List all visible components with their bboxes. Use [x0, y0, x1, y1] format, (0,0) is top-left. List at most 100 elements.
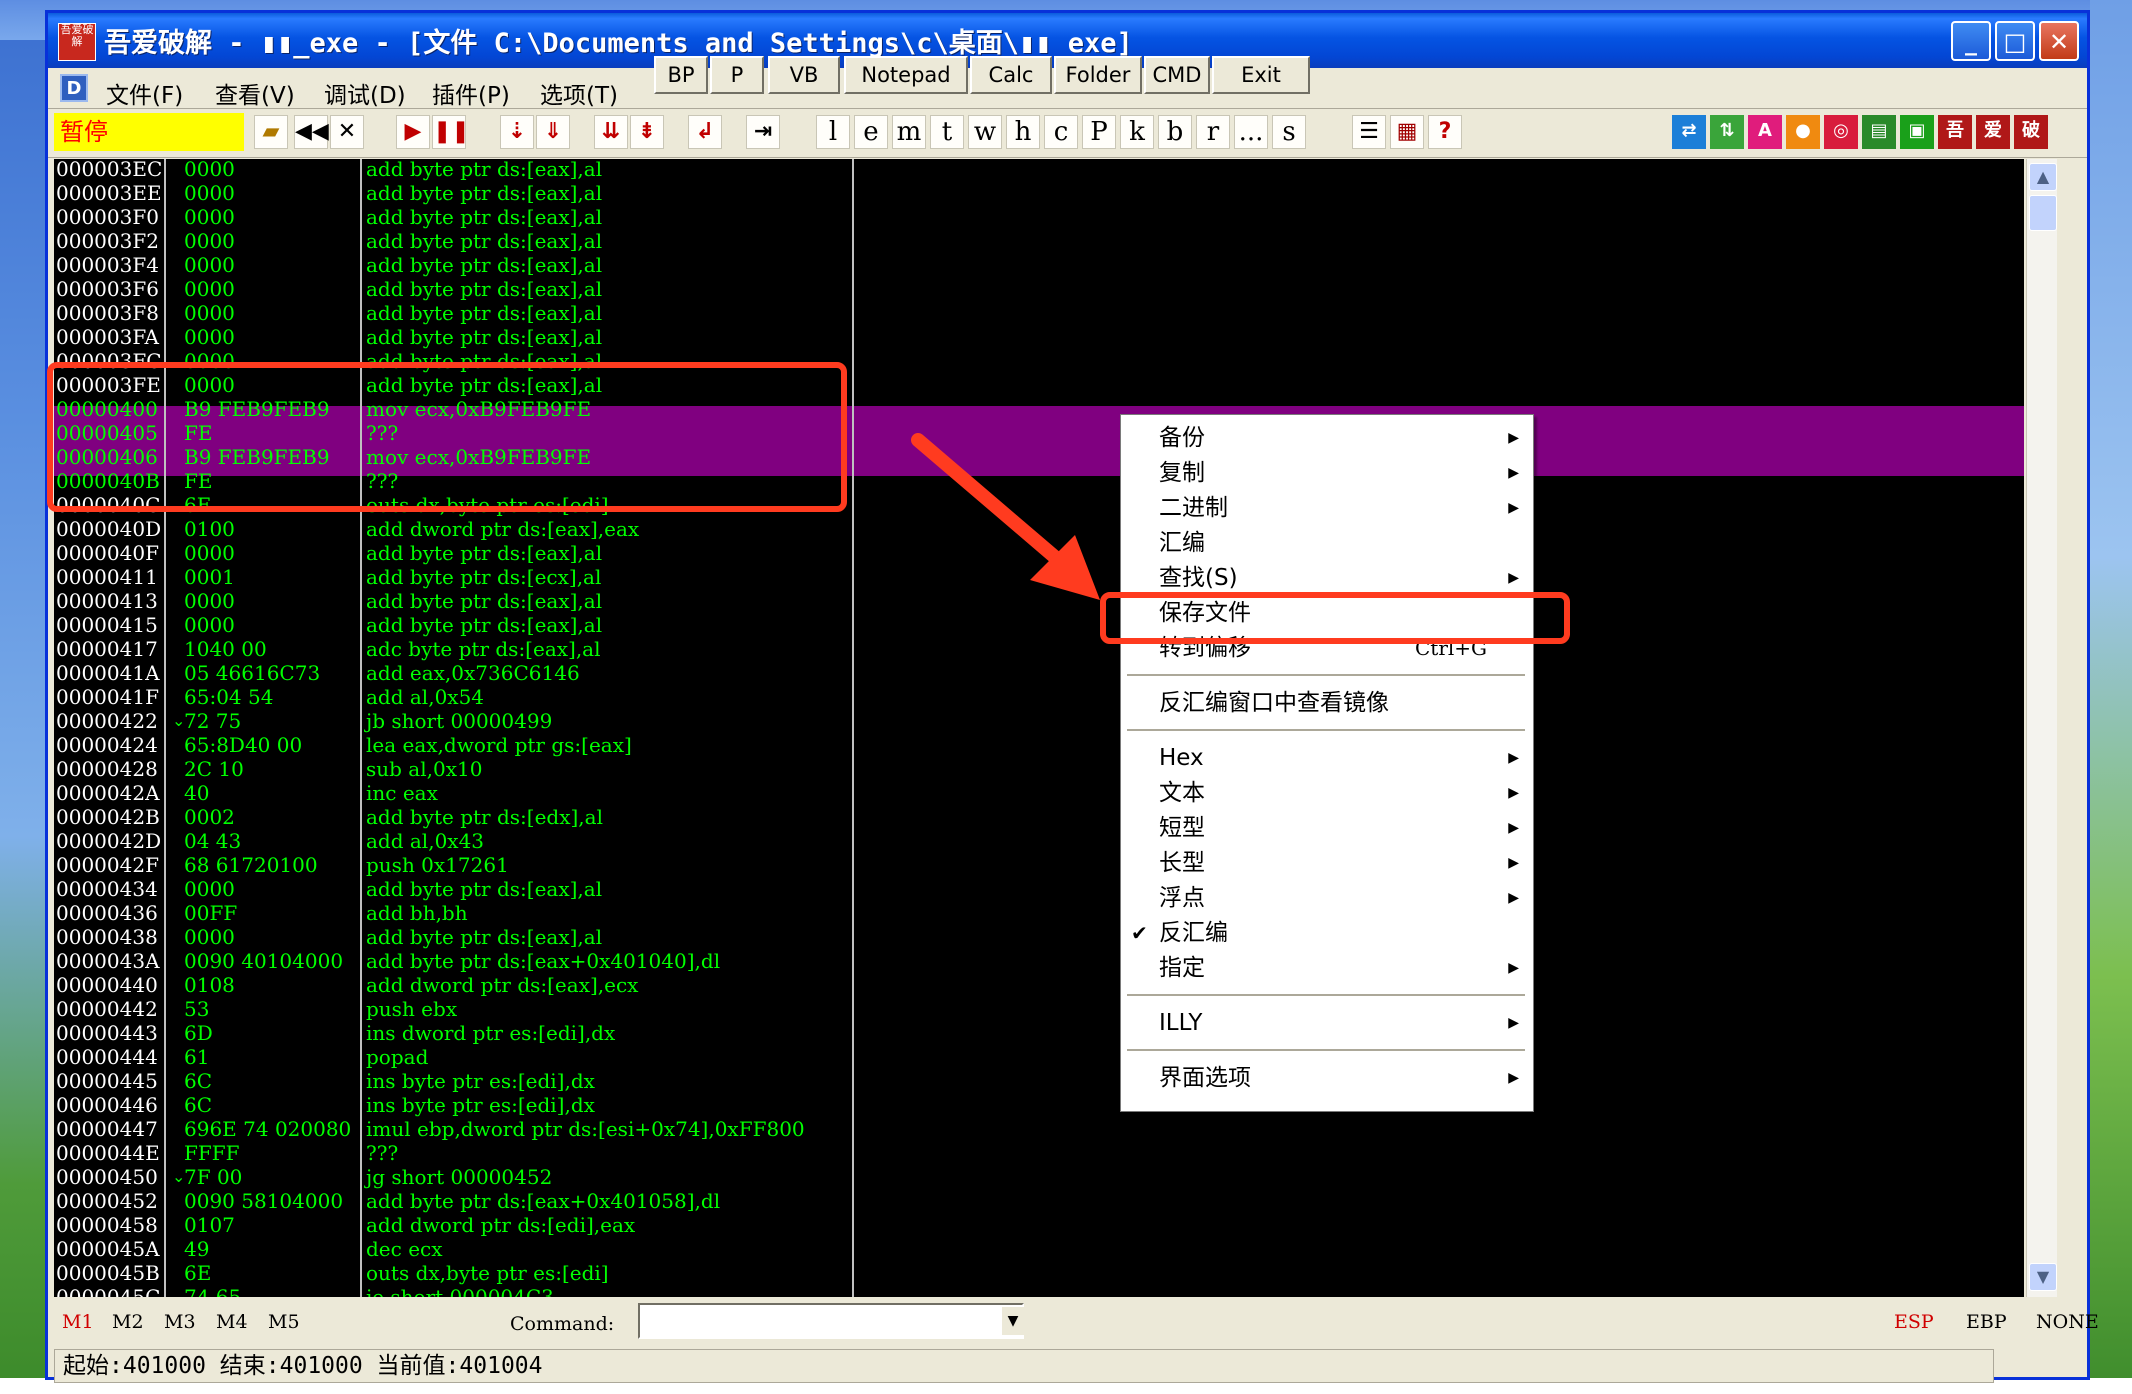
- quick-p-button[interactable]: P: [710, 56, 764, 94]
- execute-till-return-icon[interactable]: ↲: [688, 115, 722, 149]
- close-file-icon[interactable]: ✕: [330, 115, 364, 149]
- code-row[interactable]: 00000444 61 popad: [54, 1045, 894, 1069]
- context-menu-item[interactable]: 复制 ▶: [1121, 456, 1533, 490]
- context-menu-item[interactable]: 反汇编窗口中查看镜像: [1121, 686, 1533, 720]
- open-icon[interactable]: ▰: [254, 115, 288, 149]
- quick-bp-button[interactable]: BP: [654, 56, 708, 94]
- options-icon[interactable]: ▦: [1390, 115, 1424, 149]
- code-row[interactable]: 000003EE 0000 add byte ptr ds:[eax],al: [54, 181, 894, 205]
- code-row[interactable]: 00000413 0000 add byte ptr ds:[eax],al: [54, 589, 894, 613]
- quick-calc-button[interactable]: Calc: [970, 56, 1052, 94]
- handles-window-button[interactable]: h: [1006, 115, 1040, 149]
- disassembly-pane[interactable]: 000003EC 0000 add byte ptr ds:[eax],al 0000…: [54, 159, 2024, 1297]
- esp-register-button[interactable]: ESP: [1894, 1311, 1934, 1333]
- modules-window-button[interactable]: e: [854, 115, 888, 149]
- code-row[interactable]: 00000417 1040 00 adc byte ptr ds:[eax],al: [54, 637, 894, 661]
- scroll-down-icon[interactable]: ▼: [2029, 1263, 2057, 1291]
- code-row[interactable]: 0000042F 68 61720100 push 0x17261: [54, 853, 894, 877]
- context-menu-item[interactable]: 文本 ▶: [1121, 776, 1533, 810]
- context-menu-item[interactable]: 二进制 ▶: [1121, 491, 1533, 525]
- context-menu-item[interactable]: 短型 ▶: [1121, 811, 1533, 845]
- code-row[interactable]: 00000443 6D ins dword ptr es:[edi],dx: [54, 1021, 894, 1045]
- menu-file[interactable]: 文件(F): [106, 76, 183, 110]
- code-row[interactable]: 0000040F 0000 add byte ptr ds:[eax],al: [54, 541, 894, 565]
- code-row[interactable]: 00000424 65:8D40 00 lea eax,dword ptr gs:[…: [54, 733, 894, 757]
- code-row[interactable]: 0000041F 65:04 54 add al,0x54: [54, 685, 894, 709]
- run-trace-window-button[interactable]: ...: [1234, 115, 1268, 149]
- refresh-plugin-icon[interactable]: ⇄: [1672, 115, 1706, 149]
- code-row[interactable]: 0000042D 04 43 add al,0x43: [54, 829, 894, 853]
- quick-cmd-button[interactable]: CMD: [1144, 56, 1210, 94]
- menu-view[interactable]: 查看(V): [215, 76, 295, 110]
- quick-folder-button[interactable]: Folder: [1054, 56, 1142, 94]
- scroll-thumb[interactable]: [2029, 195, 2057, 231]
- code-row[interactable]: 0000045B 6E outs dx,byte ptr es:[edi]: [54, 1261, 894, 1285]
- code-row[interactable]: 00000438 0000 add byte ptr ds:[eax],al: [54, 925, 894, 949]
- code-row[interactable]: 0000040D 0100 add dword ptr ds:[eax],eax: [54, 517, 894, 541]
- code-row[interactable]: 0000042A 40 inc eax: [54, 781, 894, 805]
- menu-debug[interactable]: 调试(D): [324, 76, 406, 110]
- run-icon[interactable]: ▶: [396, 115, 430, 149]
- code-row[interactable]: 0000045C 74 65 je short 000004C3 ⌄: [54, 1285, 894, 1297]
- step-over-icon[interactable]: ⇓: [536, 115, 570, 149]
- marker-m5[interactable]: M5: [268, 1311, 300, 1333]
- target-plugin-icon[interactable]: ◎: [1824, 115, 1858, 149]
- list-icon[interactable]: ☰: [1352, 115, 1386, 149]
- code-row[interactable]: 000003FA 0000 add byte ptr ds:[eax],al: [54, 325, 894, 349]
- code-row[interactable]: 00000415 0000 add byte ptr ds:[eax],al: [54, 613, 894, 637]
- code-row[interactable]: 00000428 2C 10 sub al,0x10: [54, 757, 894, 781]
- context-menu-item[interactable]: 浮点 ▶: [1121, 881, 1533, 915]
- menu-plugins[interactable]: 插件(P): [432, 76, 510, 110]
- debug-window-icon[interactable]: D: [60, 74, 88, 102]
- code-row[interactable]: 00000422 72 75 jb short 00000499 ⌄: [54, 709, 894, 733]
- quick-notepad-button[interactable]: Notepad: [844, 56, 968, 94]
- sort-plugin-icon[interactable]: ⇅: [1710, 115, 1744, 149]
- step-into-icon[interactable]: ⇣: [500, 115, 534, 149]
- binary-plugin-icon[interactable]: ▤: [1862, 115, 1896, 149]
- vertical-scrollbar[interactable]: ▲ ▼: [2026, 159, 2057, 1297]
- code-row[interactable]: 0000044E FFFF???: [54, 1141, 894, 1165]
- code-row[interactable]: 00000436 00FF add bh,bh: [54, 901, 894, 925]
- marker-m2[interactable]: M2: [112, 1311, 144, 1333]
- code-row[interactable]: 000003EC 0000 add byte ptr ds:[eax],al: [54, 159, 894, 181]
- rewind-icon[interactable]: ◀◀: [294, 115, 329, 149]
- app-icon[interactable]: 吾爱破解: [58, 23, 96, 61]
- call-stack-window-button[interactable]: k: [1120, 115, 1154, 149]
- maximize-button[interactable]: □: [1995, 21, 2035, 61]
- code-row[interactable]: 0000042B 0002 add byte ptr ds:[edx],al: [54, 805, 894, 829]
- code-row[interactable]: 000003F8 0000 add byte ptr ds:[eax],al: [54, 301, 894, 325]
- code-row[interactable]: 0000045A 49 dec ecx: [54, 1237, 894, 1261]
- goto-icon[interactable]: ⇥: [746, 115, 780, 149]
- close-button[interactable]: ✕: [2039, 21, 2079, 61]
- code-row[interactable]: 00000442 53 push ebx: [54, 997, 894, 1021]
- code-row[interactable]: 00000447 696E 74 020080 imul ebp,dword ptr…: [54, 1117, 894, 1141]
- threads-window-button[interactable]: t: [930, 115, 964, 149]
- code-row[interactable]: 00000458 0107 add dword ptr ds:[edi],eax: [54, 1213, 894, 1237]
- breakpoints-window-button[interactable]: b: [1158, 115, 1192, 149]
- none-register-button[interactable]: NONE: [2036, 1311, 2099, 1333]
- code-row[interactable]: 000003F6 0000 add byte ptr ds:[eax],al: [54, 277, 894, 301]
- code-row[interactable]: 000003F2 0000 add byte ptr ds:[eax],al: [54, 229, 894, 253]
- circle-plugin-icon[interactable]: ●: [1786, 115, 1820, 149]
- context-menu-item[interactable]: 查找(S) ▶: [1121, 561, 1533, 595]
- a-plugin-icon[interactable]: A: [1748, 115, 1782, 149]
- quick-vb-button[interactable]: VB: [768, 56, 840, 94]
- code-row[interactable]: 00000450 7F 00 jg short 00000452 ⌄: [54, 1165, 894, 1189]
- trace-over-icon[interactable]: ⇟: [630, 115, 664, 149]
- code-row[interactable]: 0000041A 05 46616C73 add eax,0x736C6146: [54, 661, 894, 685]
- code-row[interactable]: 00000434 0000 add byte ptr ds:[eax],al: [54, 877, 894, 901]
- code-row[interactable]: 00000452 0090 58104000 add byte ptr ds:[ea…: [54, 1189, 894, 1213]
- windows-window-button[interactable]: w: [968, 115, 1002, 149]
- command-input[interactable]: [638, 1303, 1024, 1339]
- ebp-register-button[interactable]: EBP: [1966, 1311, 2007, 1333]
- context-menu-item[interactable]: ILLY ▶: [1121, 1006, 1533, 1040]
- code-row[interactable]: 000003F0 0000 add byte ptr ds:[eax],al: [54, 205, 894, 229]
- code-row[interactable]: 000003F4 0000 add byte ptr ds:[eax],al: [54, 253, 894, 277]
- marker-m4[interactable]: M4: [216, 1311, 248, 1333]
- marker-m3[interactable]: M3: [164, 1311, 196, 1333]
- memory-window-button[interactable]: m: [892, 115, 926, 149]
- context-menu-item[interactable]: Hex ▶: [1121, 741, 1533, 775]
- code-row[interactable]: 00000445 6C ins byte ptr es:[edi],dx: [54, 1069, 894, 1093]
- context-menu-item[interactable]: 长型 ▶: [1121, 846, 1533, 880]
- code-row[interactable]: 00000446 6C ins byte ptr es:[edi],dx: [54, 1093, 894, 1117]
